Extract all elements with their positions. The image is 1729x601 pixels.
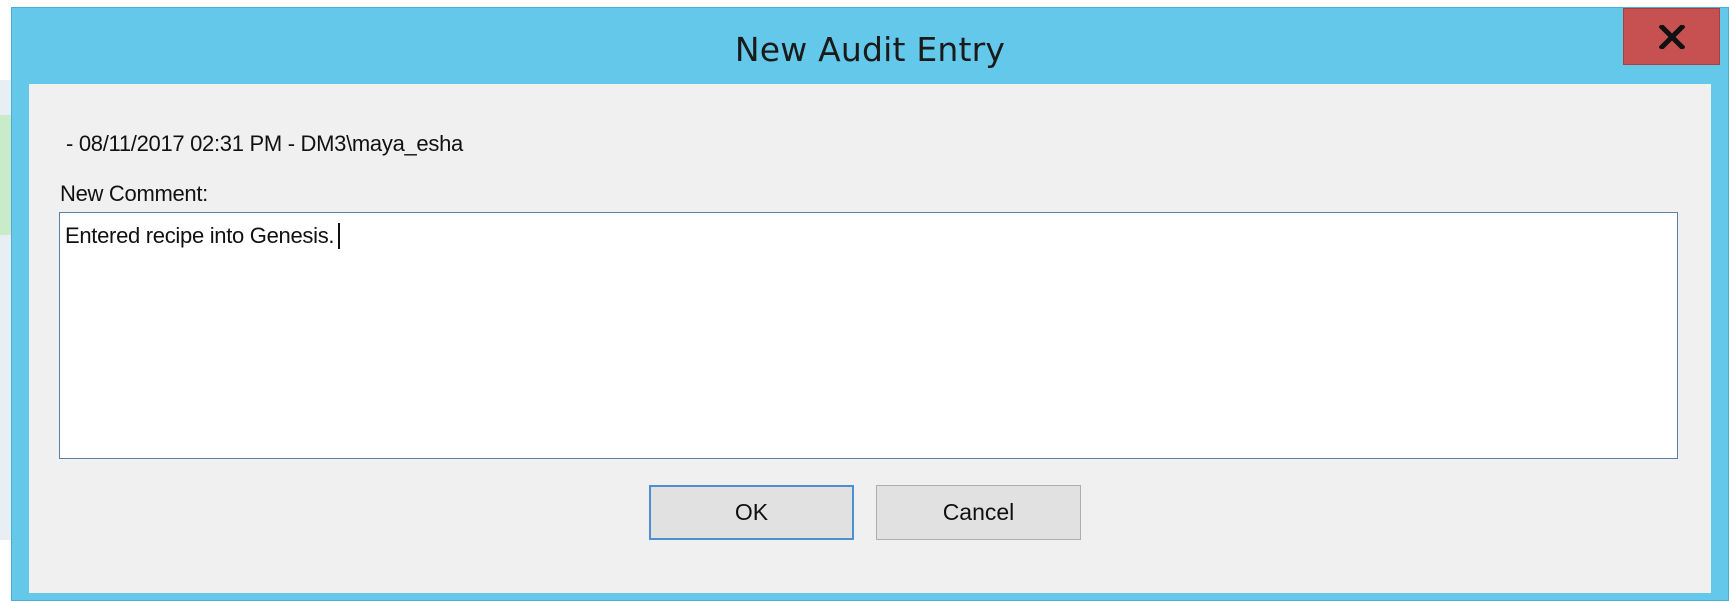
new-comment-label: New Comment: [60, 181, 208, 206]
audit-entry-dialog: New Audit Entry - 08/11/2017 02:31 PM - … [11, 7, 1729, 601]
background-app-edge [0, 80, 11, 540]
cancel-button[interactable]: Cancel [876, 485, 1081, 540]
comment-text: Entered recipe into Genesis. [65, 223, 335, 248]
background-highlight [0, 115, 11, 235]
text-caret [338, 223, 341, 249]
dialog-body: - 08/11/2017 02:31 PM - DM3\maya_esha Ne… [29, 84, 1711, 593]
close-button[interactable] [1623, 8, 1720, 65]
screen: New Audit Entry - 08/11/2017 02:31 PM - … [0, 0, 1729, 601]
entry-header-text: - 08/11/2017 02:31 PM - DM3\maya_esha [66, 131, 463, 156]
ok-button[interactable]: OK [649, 485, 854, 540]
comment-textarea[interactable]: Entered recipe into Genesis. [59, 212, 1678, 459]
title-bar[interactable]: New Audit Entry [12, 8, 1728, 84]
dialog-title: New Audit Entry [734, 30, 1006, 69]
close-x-icon [1658, 24, 1685, 49]
